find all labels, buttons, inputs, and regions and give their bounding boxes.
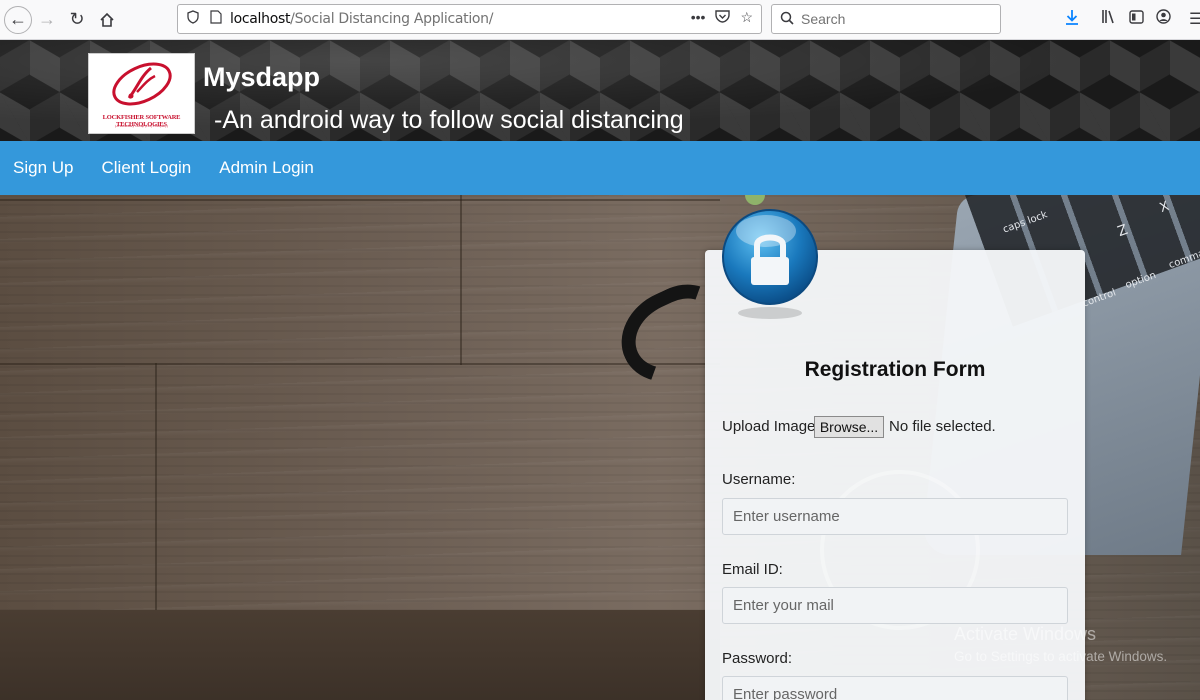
url-host: localhost <box>230 11 291 27</box>
reload-icon[interactable]: ↻ <box>62 5 92 35</box>
forward-icon[interactable]: → <box>32 5 62 35</box>
shield-icon[interactable] <box>186 9 200 29</box>
nav-sign-up[interactable]: Sign Up <box>13 158 73 178</box>
email-label: Email ID: <box>722 561 783 578</box>
form-title: Registration Form <box>804 358 986 381</box>
sidebar-icon[interactable] <box>1129 9 1144 29</box>
browser-toolbar: ← → ↻ localhost/Social Distancing Applic… <box>0 0 1200 40</box>
account-icon[interactable] <box>1156 9 1171 29</box>
wood-seam <box>155 363 157 613</box>
main-navbar: Sign Up Client Login Admin Login <box>0 141 1200 195</box>
wood-seam <box>0 199 720 201</box>
menu-icon[interactable]: ☰ <box>1189 9 1200 29</box>
password-label: Password: <box>722 650 793 667</box>
pocket-icon[interactable] <box>715 9 731 26</box>
site-tagline: -An android way to follow social distanc… <box>214 106 684 134</box>
logo-subtext: (A Subsidiary Group (Ltd) Company) <box>115 124 168 128</box>
nav-client-login[interactable]: Client Login <box>101 158 191 178</box>
nav-admin-login[interactable]: Admin Login <box>219 158 314 178</box>
more-icon[interactable]: ••• <box>691 9 706 26</box>
activate-windows-title: Activate Windows <box>954 624 1097 644</box>
lock-icon <box>722 209 818 319</box>
file-status-text: No file selected. <box>889 418 996 435</box>
bookmark-star-icon[interactable]: ☆ <box>740 9 753 26</box>
wood-plank-dark <box>0 610 720 700</box>
username-label: Username: <box>722 471 796 488</box>
company-logo[interactable]: LOCKFISHER SOFTWARE TECHNOLOGIES (A Subs… <box>88 53 195 134</box>
search-icon <box>780 11 794 28</box>
download-icon[interactable] <box>1065 9 1079 30</box>
wood-seam <box>460 195 462 365</box>
url-text: localhost/Social Distancing Application/ <box>230 11 493 27</box>
activate-windows-subtitle: Go to Settings to activate Windows. <box>954 649 1168 664</box>
browse-button[interactable]: Browse... <box>814 416 884 438</box>
home-icon[interactable] <box>92 5 122 35</box>
back-icon[interactable]: ← <box>4 5 32 34</box>
search-input[interactable]: Search <box>771 4 1001 34</box>
site-title: Mysdapp <box>203 62 321 92</box>
page-icon <box>210 9 222 29</box>
username-input[interactable] <box>722 498 1068 535</box>
url-path: /Social Distancing Application/ <box>290 11 494 27</box>
site-header: LOCKFISHER SOFTWARE TECHNOLOGIES (A Subs… <box>0 40 1200 141</box>
wood-seam <box>0 363 720 365</box>
search-placeholder: Search <box>801 11 846 27</box>
url-bar[interactable]: localhost/Social Distancing Application/… <box>177 4 762 34</box>
upload-image-label: Upload Image: <box>722 418 820 435</box>
email-input[interactable] <box>722 587 1068 624</box>
library-icon[interactable] <box>1101 9 1117 29</box>
logo-mark-icon <box>112 62 172 106</box>
password-input[interactable] <box>722 676 1068 700</box>
